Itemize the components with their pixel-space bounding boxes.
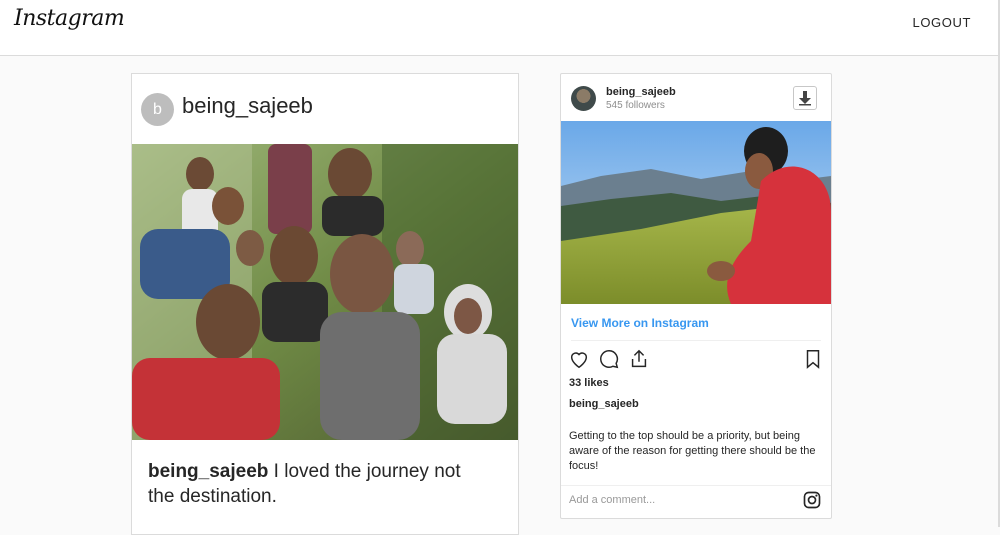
caption-username[interactable]: being_sajeeb	[569, 398, 639, 410]
group-selfie-illustration	[132, 144, 518, 440]
comment-input[interactable]	[569, 492, 789, 508]
save-button[interactable]	[802, 348, 824, 375]
view-more-link[interactable]: View More on Instagram	[571, 316, 709, 330]
post-caption: being_sajeeb I loved the journey not the…	[148, 459, 488, 509]
comment-button[interactable]	[598, 348, 620, 375]
divider	[571, 340, 821, 341]
logout-button[interactable]: LOGOUT	[913, 15, 972, 30]
download-icon	[799, 91, 811, 106]
embed-followers: 545 followers	[606, 100, 665, 111]
embed-caption: Getting to the top should be a priority,…	[569, 430, 816, 472]
embed-avatar[interactable]	[571, 86, 596, 111]
instagram-glyph-button[interactable]	[802, 490, 822, 515]
heart-icon	[570, 352, 588, 369]
group-selfie-photo	[132, 144, 518, 440]
caption-username[interactable]: being_sajeeb	[148, 461, 268, 482]
post-card: b being_sajeeb being_sajeeb I loved the …	[131, 73, 519, 535]
embed-username[interactable]: being_sajeeb	[606, 86, 676, 98]
post-username[interactable]: being_sajeeb	[182, 93, 313, 119]
like-button[interactable]	[568, 348, 590, 375]
top-navbar: Instagram LOGOUT	[0, 0, 998, 56]
divider	[561, 485, 831, 486]
instagram-glyph-icon	[803, 491, 821, 509]
avatar: b	[141, 93, 174, 126]
share-button[interactable]	[628, 348, 650, 375]
mountain-photo[interactable]	[561, 121, 831, 304]
bookmark-icon	[806, 350, 820, 369]
likes-count[interactable]: 33 likes	[569, 377, 609, 389]
instagram-embed-card: being_sajeeb 545 followers View More on …	[560, 73, 832, 519]
share-icon	[631, 349, 647, 368]
mountain-illustration	[561, 121, 831, 304]
instagram-logo[interactable]: Instagram	[14, 6, 125, 31]
download-button[interactable]	[793, 86, 817, 110]
comment-icon	[600, 350, 619, 369]
